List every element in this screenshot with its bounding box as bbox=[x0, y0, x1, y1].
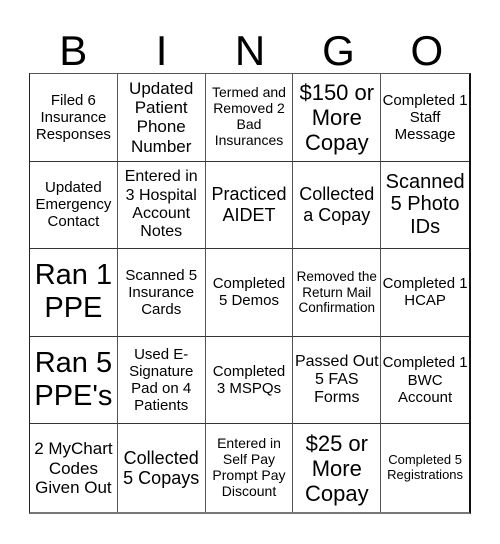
header-letter-i: I bbox=[155, 27, 168, 74]
bingo-cell-r5-c4[interactable]: $25 or More Copay bbox=[293, 424, 382, 512]
bingo-cell-r5-c3[interactable]: Entered in Self Pay Prompt Pay Discount bbox=[206, 424, 294, 512]
bingo-cell-r3-c1[interactable]: Ran 1 PPE bbox=[30, 249, 118, 337]
header-letter-b: B bbox=[59, 27, 88, 74]
bingo-cell-r1-c4[interactable]: $150 or More Copay bbox=[293, 74, 382, 162]
bingo-cell-r1-c3[interactable]: Termed and Removed 2 Bad Insurances bbox=[205, 74, 294, 162]
bingo-cell-r4-c2[interactable]: Used E-Signature Pad on 4 Patients bbox=[117, 336, 206, 425]
bingo-cell-r3-c4[interactable]: Removed the Return Mail Confirmation bbox=[293, 249, 382, 337]
bingo-cell-r2-c1[interactable]: Updated Emergency Contact bbox=[30, 161, 118, 250]
bingo-cell-r3-c2[interactable]: Scanned 5 Insurance Cards bbox=[117, 249, 206, 337]
bingo-cell-r1-c5[interactable]: Completed 1 Staff Message bbox=[381, 74, 469, 162]
bingo-cell-r5-c5[interactable]: Completed 5 Registrations bbox=[381, 424, 469, 512]
bingo-board: Filed 6 Insurance Responses Updated Pati… bbox=[29, 73, 471, 514]
header-letter-g: G bbox=[322, 27, 355, 74]
bingo-cell-r1-c2[interactable]: Updated Patient Phone Number bbox=[117, 74, 206, 162]
bingo-cell-r2-c3[interactable]: Practiced AIDET bbox=[205, 161, 294, 250]
header-letter-o: O bbox=[410, 27, 444, 74]
bingo-cell-r2-c2[interactable]: Entered in 3 Hospital Account Notes bbox=[117, 161, 206, 250]
bingo-header: B I N G O bbox=[29, 28, 471, 73]
bingo-cell-r5-c1[interactable]: 2 MyChart Codes Given Out bbox=[30, 424, 118, 512]
bingo-cell-r4-c4[interactable]: Passed Out 5 FAS Forms bbox=[293, 336, 382, 425]
bingo-cell-r4-c3[interactable]: Completed 3 MSPQs bbox=[205, 336, 294, 425]
bingo-cell-r3-c3[interactable]: Completed 5 Demos bbox=[205, 249, 294, 337]
bingo-cell-r4-c5[interactable]: Completed 1 BWC Account bbox=[381, 337, 469, 425]
bingo-cell-r4-c1[interactable]: Ran 5 PPE's bbox=[30, 336, 118, 425]
bingo-cell-r2-c5[interactable]: Scanned 5 Photo IDs bbox=[381, 162, 469, 250]
bingo-cell-r2-c4[interactable]: Collected a Copay bbox=[293, 161, 382, 250]
header-letter-n: N bbox=[234, 27, 266, 74]
bingo-cell-r3-c5[interactable]: Completed 1 HCAP bbox=[381, 249, 469, 337]
bingo-cell-r5-c2[interactable]: Collected 5 Copays bbox=[118, 424, 206, 512]
bingo-cell-r1-c1[interactable]: Filed 6 Insurance Responses bbox=[30, 74, 118, 162]
